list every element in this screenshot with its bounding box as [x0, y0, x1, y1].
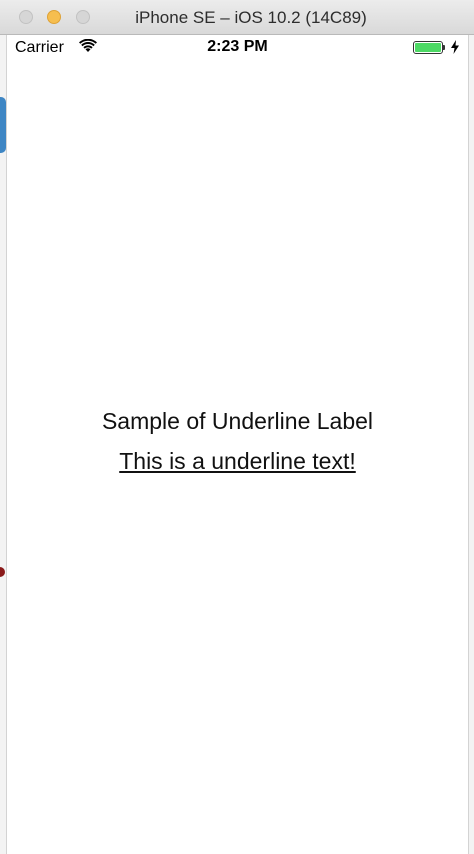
background-window-edge-right	[468, 35, 474, 854]
app-content: Sample of Underline Label This is a unde…	[7, 35, 468, 854]
title-bar[interactable]: iPhone SE – iOS 10.2 (14C89)	[0, 0, 474, 35]
sample-title-label: Sample of Underline Label	[101, 408, 374, 434]
background-app-icon	[0, 97, 6, 153]
window-title: iPhone SE – iOS 10.2 (14C89)	[135, 8, 367, 27]
simulator-window: iPhone SE – iOS 10.2 (14C89) Carrier 2:2…	[0, 0, 474, 854]
underline-text-label: This is a underline text!	[119, 448, 356, 474]
background-marker	[0, 567, 5, 577]
background-window-edge-left	[0, 35, 7, 854]
device-screen[interactable]: Carrier 2:23 PM Sample of Underline Labe…	[7, 35, 468, 854]
